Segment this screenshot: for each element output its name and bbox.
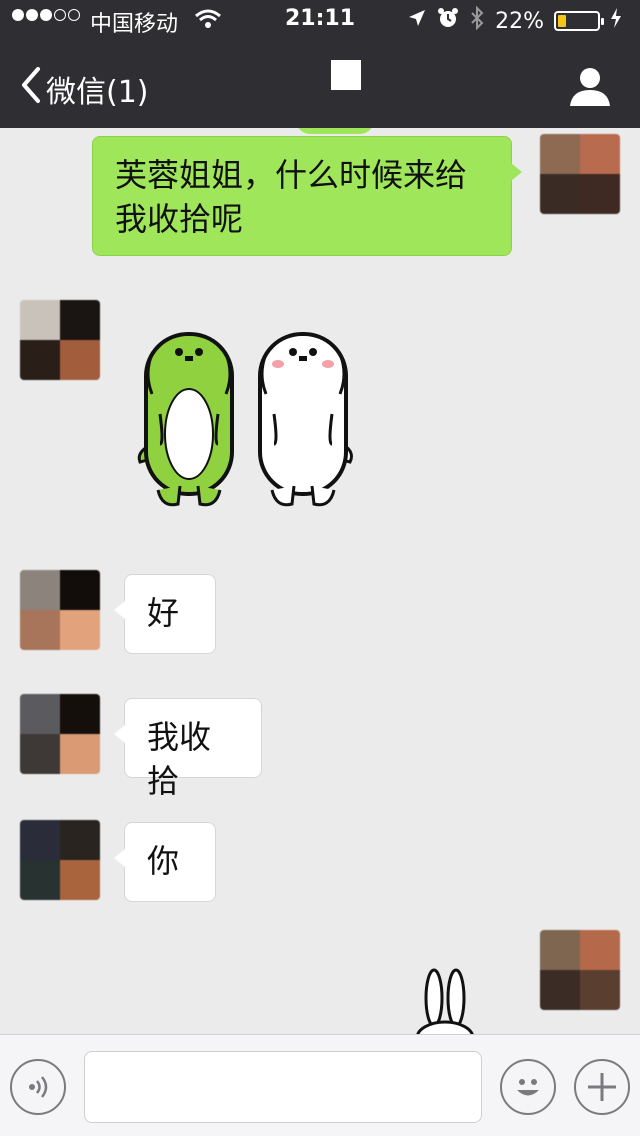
location-arrow-icon <box>407 8 427 34</box>
contact-avatar[interactable] <box>20 820 100 900</box>
battery-percent: 22% <box>495 8 544 34</box>
back-chevron-icon <box>20 66 42 112</box>
status-icons: 22% <box>407 5 622 36</box>
back-label: 微信(1) <box>46 75 149 110</box>
battery-icon <box>554 11 604 31</box>
nav-bar: 微信(1) <box>0 40 640 128</box>
voice-button[interactable] <box>10 1059 66 1115</box>
emoji-icon <box>517 1079 539 1096</box>
battery-fill <box>558 15 566 27</box>
rabbit-sticker[interactable] <box>410 968 480 1034</box>
voice-icon <box>29 1076 48 1098</box>
alarm-icon <box>437 7 459 35</box>
chat-title <box>331 60 361 90</box>
top-bar: 中国移动 21:11 22% 微信(1) <box>0 0 640 128</box>
more-button[interactable] <box>574 1059 630 1115</box>
input-bar <box>0 1034 640 1136</box>
my-avatar[interactable] <box>540 930 620 1010</box>
message-bubble-received[interactable]: 我收拾 <box>114 698 262 800</box>
message-bubble-received[interactable]: 好 <box>114 574 216 654</box>
message-bubble-received[interactable]: 你 <box>114 822 216 902</box>
message-input[interactable] <box>84 1051 482 1123</box>
profile-icon <box>570 68 610 106</box>
contact-avatar[interactable] <box>20 300 100 380</box>
my-avatar[interactable] <box>540 134 620 214</box>
contact-avatar[interactable] <box>20 694 100 774</box>
chat-area[interactable]: 芙蓉姐姐，什么时候来给我收拾呢 好 我收拾 你 <box>0 128 640 1034</box>
emoji-button[interactable] <box>500 1059 556 1115</box>
charging-bolt-icon <box>610 8 622 34</box>
profile-button[interactable] <box>568 64 612 108</box>
back-button[interactable]: 微信(1) <box>20 66 149 112</box>
previous-bubble-edge <box>296 128 374 134</box>
bluetooth-icon <box>469 5 485 36</box>
status-bar: 中国移动 21:11 22% <box>0 0 640 40</box>
contact-avatar[interactable] <box>20 570 100 650</box>
message-bubble-sent[interactable]: 芙蓉姐姐，什么时候来给我收拾呢 <box>92 136 522 256</box>
plus-icon <box>588 1073 616 1101</box>
dogs-sticker[interactable] <box>130 324 360 514</box>
